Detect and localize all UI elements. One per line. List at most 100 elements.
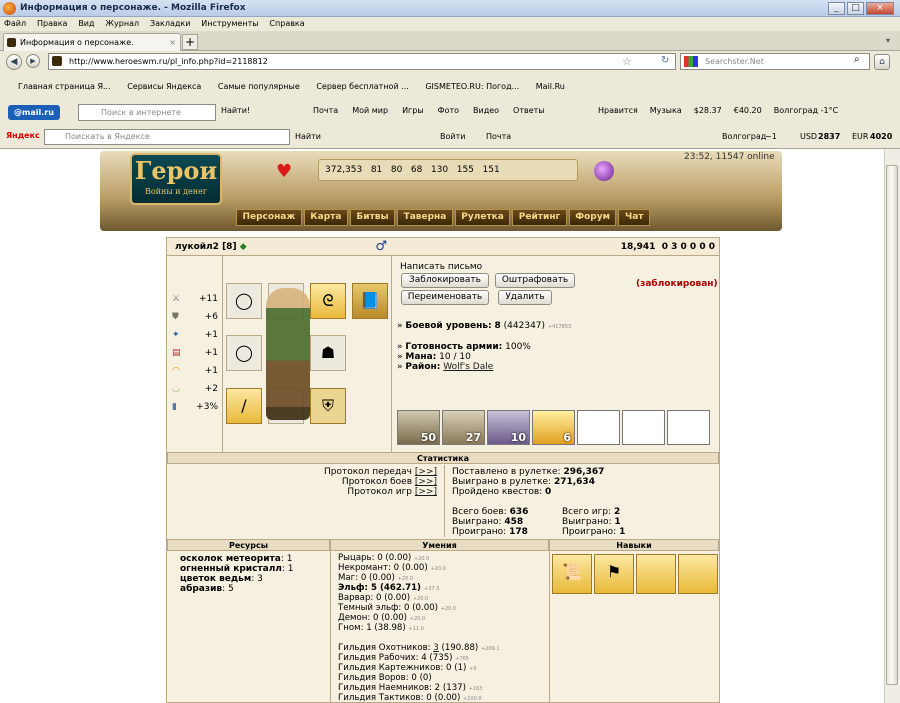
- spellbook-icon[interactable]: 📘: [352, 283, 388, 319]
- mailru-search-input[interactable]: Поиск в интернете: [78, 104, 216, 121]
- nav-battles[interactable]: Битвы: [349, 209, 396, 226]
- mailru-answers[interactable]: Ответы: [513, 106, 545, 115]
- star-icon[interactable]: ☆: [622, 55, 632, 68]
- block-button[interactable]: Заблокировать: [401, 273, 489, 288]
- reload-icon[interactable]: ↻: [661, 55, 669, 66]
- mailru-games[interactable]: Игры: [402, 106, 424, 115]
- attack-stat: ⚔ +11: [172, 294, 218, 304]
- close-button[interactable]: ×: [866, 2, 894, 15]
- bookmark-yandex-services[interactable]: Сервисы Яндекса: [127, 82, 201, 91]
- mailru-logo[interactable]: @mail.ru: [8, 105, 60, 120]
- bookmark-popular[interactable]: Самые популярные: [218, 82, 300, 91]
- bookmark-gismeteo[interactable]: GISMETEO.RU: Погод...: [425, 82, 519, 91]
- yandex-logo[interactable]: Яндекс: [6, 131, 40, 140]
- menu-file[interactable]: Файл: [4, 19, 26, 28]
- mailru-music[interactable]: Музыка: [650, 106, 682, 115]
- rename-button[interactable]: Переименовать: [401, 290, 489, 305]
- amulet-icon[interactable]: ᘓ: [310, 283, 346, 319]
- nav-tavern[interactable]: Таверна: [397, 209, 453, 226]
- troop-slot-5[interactable]: [577, 410, 620, 445]
- stats-list: ⚔ +11 ⛊ +6 ✦ +1 ▤ +1 ◠ +1 ◡ +2 ▮ +3%: [172, 290, 218, 416]
- yandex-find-button[interactable]: Найти: [295, 132, 321, 141]
- nav-forum[interactable]: Форум: [568, 209, 617, 226]
- forward-icon[interactable]: ▶: [26, 54, 40, 68]
- new-tab-button[interactable]: +: [182, 34, 198, 50]
- yandex-login[interactable]: Войти: [440, 132, 465, 141]
- url-input[interactable]: http://www.heroeswm.ru/pl_info.php?id=21…: [48, 53, 676, 70]
- empty-ability-slot-1[interactable]: [636, 554, 676, 594]
- troop-slot-2[interactable]: 27: [442, 410, 485, 445]
- battle-log-link[interactable]: [>>]: [415, 477, 437, 487]
- battle-stats: Всего боев: 636 Выиграно: 458 Проиграно:…: [452, 507, 529, 537]
- search-input[interactable]: Searchster.Net: [680, 53, 870, 70]
- nav-rating[interactable]: Рейтинг: [512, 209, 567, 226]
- skill-mage: Маг: 0 (0.00) +20.0: [338, 573, 413, 583]
- hero-portrait: [266, 288, 310, 420]
- mailru-like[interactable]: Нравится: [598, 106, 638, 115]
- menu-history[interactable]: Журнал: [105, 19, 139, 28]
- district-link[interactable]: Wolf's Dale: [443, 362, 493, 372]
- sword-icon[interactable]: /: [226, 388, 262, 424]
- troop-slot-1[interactable]: 50: [397, 410, 440, 445]
- menu-tools[interactable]: Инструменты: [201, 19, 258, 28]
- yandex-search-input[interactable]: Поискать в Яндексе: [44, 129, 290, 145]
- menu-bar: Файл Правка Вид Журнал Закладки Инструме…: [0, 17, 900, 31]
- search-engine-icon[interactable]: [684, 56, 698, 67]
- mailru-mail[interactable]: Почта: [313, 106, 338, 115]
- game-logo[interactable]: Герои Войны и денег: [130, 153, 222, 205]
- troop-slot-4[interactable]: 6: [532, 410, 575, 445]
- magnifier-icon[interactable]: ⌕: [854, 54, 860, 65]
- army-ability-icon[interactable]: ⚑: [594, 554, 634, 594]
- game-log-link[interactable]: [>>]: [415, 487, 437, 497]
- yandex-mail[interactable]: Почта: [486, 132, 511, 141]
- maximize-button[interactable]: □: [847, 2, 864, 15]
- scroll-ability-icon[interactable]: 📜: [552, 554, 592, 594]
- write-letter-link[interactable]: Написать письмо: [400, 262, 482, 272]
- nav-character[interactable]: Персонаж: [236, 209, 302, 226]
- site-icon: [7, 38, 16, 47]
- bookmark-free-server[interactable]: Сервер бесплатной ...: [316, 82, 409, 91]
- attack-icon: ⚔: [172, 294, 181, 304]
- menu-help[interactable]: Справка: [269, 19, 304, 28]
- defense-icon: ⛊: [172, 312, 179, 322]
- troop-slot-3[interactable]: 10: [487, 410, 530, 445]
- guild-gamblers: Гильдия Картежников: 0 (1) +9: [338, 663, 477, 673]
- knowledge-stat: ▤ +1: [172, 348, 218, 358]
- nav-chat[interactable]: Чат: [618, 209, 650, 226]
- scrollbar-thumb[interactable]: [886, 165, 898, 685]
- bookmark-mailru[interactable]: Mail.Ru: [536, 82, 565, 91]
- guild-hunters: Гильдия Охотников: 3 (190.88) +209.1: [338, 643, 500, 653]
- troop-slot-7[interactable]: [667, 410, 710, 445]
- tab-current[interactable]: Информация о персонаже. ×: [3, 33, 181, 51]
- tab-list-icon[interactable]: ▾: [886, 36, 890, 45]
- mailru-video[interactable]: Видео: [473, 106, 499, 115]
- menu-bookmarks[interactable]: Закладки: [150, 19, 190, 28]
- shield-icon[interactable]: ⛨: [310, 388, 346, 424]
- transfer-log-link[interactable]: [>>]: [415, 467, 437, 477]
- nav-roulette[interactable]: Рулетка: [454, 209, 511, 226]
- tab-close-icon[interactable]: ×: [169, 34, 176, 51]
- hunters-guild-link[interactable]: 3: [433, 643, 438, 653]
- home-icon[interactable]: ⌂: [874, 54, 890, 70]
- initiative-icon: ▮: [172, 402, 177, 412]
- ring-slot-icon[interactable]: ◯: [226, 283, 262, 319]
- nav-map[interactable]: Карта: [303, 209, 348, 226]
- armor-slot-icon[interactable]: ☗: [310, 335, 346, 371]
- bookmark-yandex-home[interactable]: Главная страница Я...: [6, 82, 111, 91]
- ring2-slot-icon[interactable]: ◯: [226, 335, 262, 371]
- mana-row: » Мана: 10 / 10: [397, 352, 471, 362]
- skill-knight: Рыцарь: 0 (0.00) +20.0: [338, 553, 430, 563]
- menu-view[interactable]: Вид: [78, 19, 94, 28]
- mailru-myworld[interactable]: Мой мир: [352, 106, 388, 115]
- minimize-button[interactable]: _: [828, 2, 845, 15]
- menu-edit[interactable]: Правка: [37, 19, 67, 28]
- mailru-photo[interactable]: Фото: [438, 106, 459, 115]
- troop-slot-6[interactable]: [622, 410, 665, 445]
- protocols: Протокол передач [>>] Протокол боев [>>]…: [323, 467, 437, 497]
- delete-button[interactable]: Удалить: [498, 290, 552, 305]
- empty-ability-slot-2[interactable]: [678, 554, 718, 594]
- player-name[interactable]: лукойл2: [175, 242, 219, 252]
- mailru-find-button[interactable]: Найти!: [221, 106, 250, 115]
- fine-button[interactable]: Оштрафовать: [495, 273, 575, 288]
- back-icon[interactable]: ◀: [6, 54, 22, 70]
